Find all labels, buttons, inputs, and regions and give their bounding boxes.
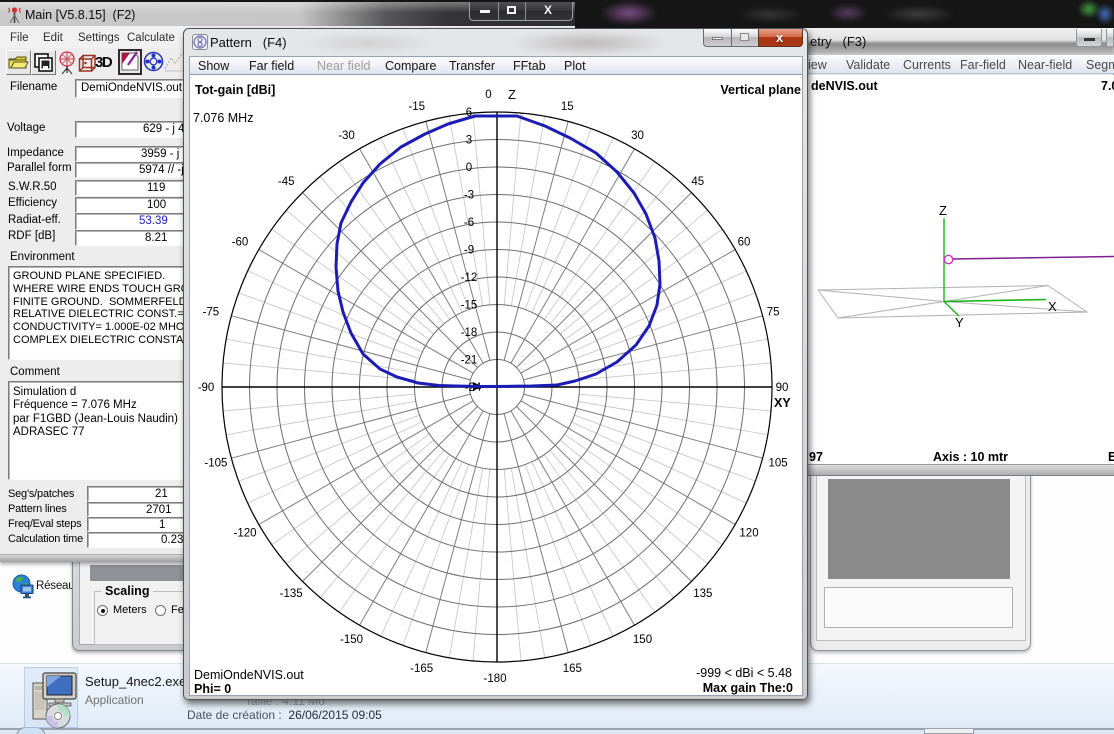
svg-text:-150: -150 <box>340 634 363 646</box>
svg-text:-6: -6 <box>464 217 474 229</box>
svg-text:45: 45 <box>691 176 704 188</box>
svg-text:-45: -45 <box>278 176 295 188</box>
svg-text:-999 < dBi < 5.48: -999 < dBi < 5.48 <box>696 666 792 680</box>
svg-text:-75: -75 <box>203 307 220 319</box>
svg-text:Tot-gain [dBi]: Tot-gain [dBi] <box>195 83 275 97</box>
svg-text:90: 90 <box>776 382 789 394</box>
svg-text:-12: -12 <box>461 272 478 284</box>
svg-text:15: 15 <box>561 101 574 113</box>
svg-text:0: 0 <box>485 89 491 101</box>
svg-text:-120: -120 <box>233 528 256 540</box>
svg-text:-15: -15 <box>461 300 478 312</box>
svg-text:165: 165 <box>563 663 582 675</box>
svg-text:-60: -60 <box>232 237 249 249</box>
svg-text:Y: Y <box>955 315 964 330</box>
svg-text:DemiOndeNVIS.out: DemiOndeNVIS.out <box>194 668 304 682</box>
svg-text:150: 150 <box>633 634 652 646</box>
svg-text:3: 3 <box>466 135 472 147</box>
svg-text:60: 60 <box>738 237 751 249</box>
svg-text:-30: -30 <box>338 130 355 142</box>
svg-text:-9: -9 <box>464 245 474 257</box>
svg-text:-90: -90 <box>198 382 215 394</box>
svg-text:-165: -165 <box>410 663 433 675</box>
svg-text:120: 120 <box>739 528 758 540</box>
svg-text:75: 75 <box>767 307 780 319</box>
svg-text:XY: XY <box>774 396 791 410</box>
svg-text:Vertical plane: Vertical plane <box>720 83 801 97</box>
svg-text:-18: -18 <box>461 327 478 339</box>
svg-text:-3: -3 <box>464 190 474 202</box>
svg-text:Max gain The:0: Max gain The:0 <box>703 681 793 695</box>
svg-text:Z: Z <box>508 87 516 102</box>
svg-text:105: 105 <box>769 457 788 469</box>
svg-text:7.076 MHz: 7.076 MHz <box>193 111 253 125</box>
svg-text:30: 30 <box>631 130 644 142</box>
svg-text:Phi= 0: Phi= 0 <box>194 682 231 695</box>
svg-text:135: 135 <box>693 588 712 600</box>
svg-text:X: X <box>1048 299 1057 314</box>
svg-text:-180: -180 <box>483 673 506 685</box>
svg-text:-21: -21 <box>461 355 478 367</box>
svg-text:Z: Z <box>939 203 947 218</box>
svg-text:-105: -105 <box>204 457 227 469</box>
svg-text:-15: -15 <box>408 101 425 113</box>
svg-text:0: 0 <box>466 162 472 174</box>
svg-text:-135: -135 <box>280 588 303 600</box>
